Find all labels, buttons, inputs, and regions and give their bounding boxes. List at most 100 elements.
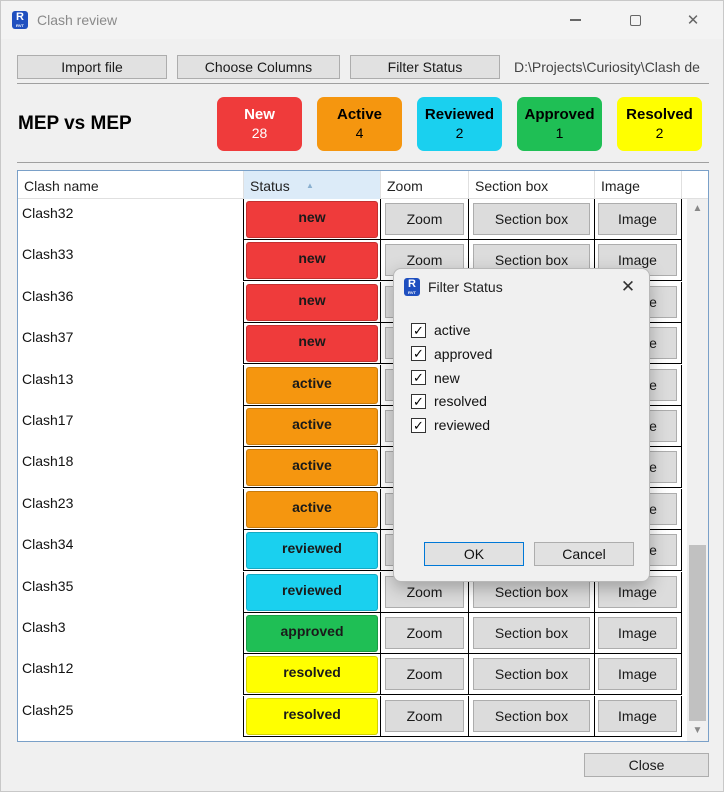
section-box-button[interactable]: Section box bbox=[473, 617, 590, 649]
section-box-cell: Section box bbox=[469, 613, 595, 654]
filter-status-dialog: R RVT Filter Status ✕ ✓ active ✓ approved ✓ ne… bbox=[393, 268, 650, 582]
clash-name-cell: Clash23 bbox=[18, 488, 244, 530]
status-badge[interactable]: active bbox=[246, 366, 378, 404]
maximize-icon bbox=[629, 14, 641, 26]
filter-option-label: approved bbox=[434, 345, 493, 362]
status-badge[interactable]: new bbox=[246, 242, 378, 280]
column-header-status[interactable]: Status ▲ bbox=[244, 171, 381, 199]
checkbox[interactable]: ✓ bbox=[411, 417, 426, 433]
status-badge-label: New bbox=[244, 106, 275, 123]
filter-option-label: resolved bbox=[434, 393, 487, 410]
status-badge-label: Reviewed bbox=[424, 106, 495, 123]
filter-option-reviewed[interactable]: ✓ reviewed bbox=[411, 415, 490, 435]
checkbox[interactable]: ✓ bbox=[411, 393, 426, 409]
maximize-button[interactable] bbox=[613, 7, 657, 33]
ok-button[interactable]: OK bbox=[424, 542, 524, 566]
status-cell: active bbox=[244, 447, 381, 489]
image-cell: Image bbox=[595, 613, 682, 654]
table-row[interactable]: Clash12 resolved Zoom Section box Image bbox=[18, 654, 682, 696]
filter-option-resolved[interactable]: ✓ resolved bbox=[411, 391, 487, 411]
image-button[interactable]: Image bbox=[598, 699, 677, 732]
image-cell: Image bbox=[595, 654, 682, 696]
table-row[interactable]: Clash3 approved Zoom Section box Image bbox=[18, 613, 682, 654]
section-box-cell: Section box bbox=[469, 199, 595, 240]
status-cell: reviewed bbox=[244, 571, 381, 613]
dialog-title: Filter Status bbox=[428, 279, 503, 295]
scroll-up-icon[interactable]: ▲ bbox=[687, 199, 708, 219]
status-badge[interactable]: resolved bbox=[246, 656, 378, 694]
choose-columns-button[interactable]: Choose Columns bbox=[177, 55, 340, 79]
scroll-down-icon[interactable]: ▼ bbox=[687, 721, 708, 741]
filter-option-approved[interactable]: ✓ approved bbox=[411, 344, 492, 364]
clash-name-cell: Clash33 bbox=[18, 240, 244, 282]
status-badge[interactable]: approved bbox=[246, 615, 378, 652]
clash-name-cell: Clash3 bbox=[18, 613, 244, 654]
cancel-button[interactable]: Cancel bbox=[534, 542, 634, 566]
image-button[interactable]: Image bbox=[598, 203, 677, 235]
clash-name-cell: Clash36 bbox=[18, 281, 244, 323]
group-title: MEP vs MEP bbox=[18, 113, 132, 134]
status-badge-count: 2 bbox=[455, 125, 464, 141]
status-badge[interactable]: active bbox=[246, 490, 378, 528]
clash-name-cell: Clash32 bbox=[18, 199, 244, 240]
status-badge[interactable]: active bbox=[246, 449, 378, 487]
clash-name-cell: Clash13 bbox=[18, 364, 244, 406]
filter-option-label: new bbox=[434, 369, 460, 386]
status-badge[interactable]: reviewed bbox=[246, 573, 378, 611]
filter-option-new[interactable]: ✓ new bbox=[411, 368, 460, 388]
column-header-clash-name[interactable]: Clash name bbox=[18, 171, 244, 199]
filter-option-active[interactable]: ✓ active bbox=[411, 320, 471, 340]
table-row[interactable]: Clash25 resolved Zoom Section box Image bbox=[18, 695, 682, 737]
dialog-close-button[interactable]: ✕ bbox=[616, 275, 640, 299]
status-badge[interactable]: new bbox=[246, 325, 378, 363]
file-path: D:\Projects\Curiosity\Clash de bbox=[514, 59, 700, 75]
status-cell: new bbox=[244, 281, 381, 323]
status-badge-count: 1 bbox=[555, 125, 564, 141]
minimize-button[interactable] bbox=[553, 7, 597, 33]
status-cell: resolved bbox=[244, 654, 381, 696]
scroll-thumb[interactable] bbox=[689, 545, 706, 721]
status-badge-active: Active 4 bbox=[317, 97, 402, 151]
import-file-button[interactable]: Import file bbox=[17, 55, 167, 79]
section-box-button[interactable]: Section box bbox=[473, 658, 590, 691]
image-button[interactable]: Image bbox=[598, 658, 677, 691]
section-box-button[interactable]: Section box bbox=[473, 699, 590, 732]
checkbox[interactable]: ✓ bbox=[411, 370, 426, 386]
table-row[interactable]: Clash32 new Zoom Section box Image bbox=[18, 199, 682, 240]
column-header-image[interactable]: Image bbox=[595, 171, 682, 199]
column-header-section-box[interactable]: Section box bbox=[469, 171, 595, 199]
status-badge[interactable]: active bbox=[246, 408, 378, 445]
status-badge[interactable]: new bbox=[246, 201, 378, 238]
status-badge-label: Approved bbox=[524, 106, 595, 123]
zoom-cell: Zoom bbox=[381, 695, 469, 737]
status-badge[interactable]: resolved bbox=[246, 697, 378, 735]
image-button[interactable]: Image bbox=[598, 617, 677, 649]
checkmark-icon: ✓ bbox=[413, 322, 424, 338]
filter-option-label: active bbox=[434, 322, 471, 338]
sort-ascending-icon: ▲ bbox=[306, 181, 314, 190]
status-badge[interactable]: new bbox=[246, 283, 378, 321]
checkbox[interactable]: ✓ bbox=[411, 322, 426, 338]
checkbox[interactable]: ✓ bbox=[411, 346, 426, 362]
vertical-scrollbar[interactable]: ▲ ▼ bbox=[687, 199, 708, 741]
close-window-button[interactable]: ✕ bbox=[671, 7, 715, 33]
close-button[interactable]: Close bbox=[584, 753, 709, 777]
zoom-button[interactable]: Zoom bbox=[385, 203, 464, 235]
status-badge-count: 2 bbox=[655, 125, 664, 141]
checkmark-icon: ✓ bbox=[413, 346, 424, 362]
section-box-cell: Section box bbox=[469, 654, 595, 696]
revit-icon: R RVT bbox=[404, 278, 420, 296]
status-cell: active bbox=[244, 406, 381, 447]
column-header-zoom[interactable]: Zoom bbox=[381, 171, 469, 199]
zoom-button[interactable]: Zoom bbox=[385, 658, 464, 691]
zoom-cell: Zoom bbox=[381, 654, 469, 696]
checkmark-icon: ✓ bbox=[413, 370, 424, 386]
image-cell: Image bbox=[595, 695, 682, 737]
zoom-button[interactable]: Zoom bbox=[385, 617, 464, 649]
status-cell: active bbox=[244, 364, 381, 406]
zoom-button[interactable]: Zoom bbox=[385, 699, 464, 732]
filter-status-button[interactable]: Filter Status bbox=[350, 55, 500, 79]
status-badge[interactable]: reviewed bbox=[246, 532, 378, 570]
section-box-button[interactable]: Section box bbox=[473, 203, 590, 235]
title-bar[interactable]: R RVT Clash review ✕ bbox=[1, 1, 723, 39]
